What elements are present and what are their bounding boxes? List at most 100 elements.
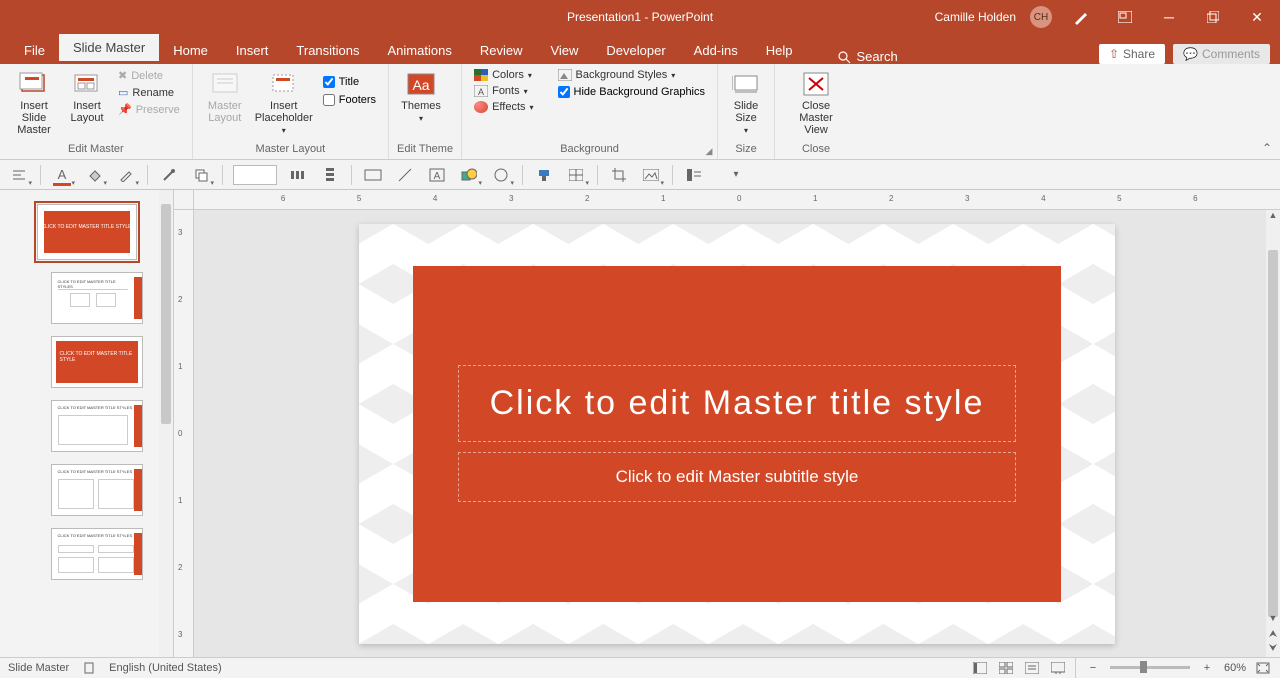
master-title-placeholder[interactable]: Click to edit Master title style xyxy=(458,365,1015,442)
rename-icon: ▭ xyxy=(118,86,128,99)
insert-placeholder-button[interactable]: Insert Placeholder ▾ xyxy=(253,68,315,137)
user-avatar[interactable]: CH xyxy=(1030,6,1052,28)
reading-view-button[interactable] xyxy=(1023,661,1041,675)
themes-button[interactable]: Aa Themes ▾ xyxy=(397,68,445,125)
font-size-combo[interactable] xyxy=(233,165,277,185)
fonts-button[interactable]: A Fonts ▾ xyxy=(470,84,537,98)
background-launcher[interactable]: ◢ xyxy=(703,145,715,157)
tab-animations[interactable]: Animations xyxy=(374,37,466,64)
textbox-button[interactable]: A xyxy=(426,164,448,186)
normal-view-button[interactable] xyxy=(971,661,989,675)
effects-button-tb[interactable]: ▾ xyxy=(490,164,512,186)
vertical-scrollbar[interactable]: ▲ ▼ ⮝ ⮟ xyxy=(1266,210,1280,657)
next-slide-icon[interactable]: ⮟ xyxy=(1266,643,1280,657)
picture-button[interactable]: ▾ xyxy=(640,164,662,186)
group-label-edit-master: Edit Master xyxy=(8,143,184,157)
chevron-down-icon: ▾ xyxy=(282,126,286,135)
insert-layout-label: Insert Layout xyxy=(68,100,106,124)
tab-view[interactable]: View xyxy=(536,37,592,64)
table-button[interactable]: ▾ xyxy=(565,164,587,186)
zoom-out-button[interactable]: − xyxy=(1084,661,1102,675)
thumbnail-layout-2[interactable]: CLICK TO EDIT MASTER TITLE STYLE xyxy=(51,336,143,388)
tab-transitions[interactable]: Transitions xyxy=(282,37,373,64)
background-styles-button[interactable]: Background Styles ▾ xyxy=(554,68,709,82)
chevron-down-icon: ▾ xyxy=(744,126,748,135)
svg-text:A: A xyxy=(434,171,441,182)
insert-layout-button[interactable]: Insert Layout xyxy=(64,68,110,126)
draw-mode-icon[interactable] xyxy=(1066,5,1096,29)
fill-color-button[interactable]: ▾ xyxy=(83,164,105,186)
tab-home[interactable]: Home xyxy=(159,37,222,64)
slide-size-button[interactable]: Slide Size ▾ xyxy=(726,68,766,137)
shapes-button[interactable]: ▾ xyxy=(458,164,480,186)
shape-rectangle-button[interactable] xyxy=(362,164,384,186)
scroll-up-icon[interactable]: ▲ xyxy=(1266,210,1280,224)
scroll-down-icon[interactable]: ▼ xyxy=(1266,613,1280,627)
share-button[interactable]: ⇧ Share xyxy=(1099,44,1165,64)
align-button[interactable]: ▾ xyxy=(8,164,30,186)
comments-button[interactable]: 💬 Comments xyxy=(1173,44,1270,64)
crop-button[interactable] xyxy=(608,164,630,186)
maximize-button[interactable] xyxy=(1198,5,1228,29)
minimize-button[interactable]: ─ xyxy=(1154,5,1184,29)
slide-canvas[interactable]: Click to edit Master title style Click t… xyxy=(359,224,1115,644)
zoom-percent[interactable]: 60% xyxy=(1224,662,1246,674)
prev-slide-icon[interactable]: ⮝ xyxy=(1266,629,1280,643)
colors-button[interactable]: Colors ▾ xyxy=(470,68,537,82)
outline-color-button[interactable]: ▾ xyxy=(115,164,137,186)
shape-line-button[interactable] xyxy=(394,164,416,186)
tab-addins[interactable]: Add-ins xyxy=(680,37,752,64)
toolbar-overflow-button[interactable]: ▾ xyxy=(725,164,747,186)
arrange-button[interactable]: ▾ xyxy=(190,164,212,186)
rename-button[interactable]: ▭ Rename xyxy=(114,85,184,100)
collapse-ribbon-button[interactable]: ⌃ xyxy=(1262,141,1272,155)
thumbnail-master[interactable]: CLICK TO EDIT MASTER TITLE STYLE xyxy=(37,204,137,260)
tab-insert[interactable]: Insert xyxy=(222,37,283,64)
distribute-h-button[interactable] xyxy=(287,164,309,186)
selection-pane-button[interactable] xyxy=(683,164,705,186)
title-checkbox[interactable]: Title xyxy=(319,74,380,90)
fit-to-window-button[interactable] xyxy=(1254,661,1272,675)
slide-edit-area[interactable]: Click to edit Master title style Click t… xyxy=(194,210,1280,657)
insert-slide-master-button[interactable]: Insert Slide Master xyxy=(8,68,60,138)
close-master-icon xyxy=(801,70,831,98)
master-subtitle-placeholder[interactable]: Click to edit Master subtitle style xyxy=(458,452,1015,502)
zoom-in-button[interactable]: + xyxy=(1198,661,1216,675)
hide-background-checkbox[interactable]: Hide Background Graphics xyxy=(554,84,709,100)
chevron-down-icon: ▾ xyxy=(530,103,534,112)
group-label-size: Size xyxy=(726,143,766,157)
thumbnail-layout-5[interactable]: CLICK TO EDIT MASTER TITLE STYLES xyxy=(51,528,143,580)
ruler-horizontal[interactable]: 6 5 4 3 2 1 0 1 2 3 4 5 6 xyxy=(194,190,1280,210)
thumbnail-layout-4[interactable]: CLICK TO EDIT MASTER TITLE STYLES xyxy=(51,464,143,516)
effects-button[interactable]: Effects ▾ xyxy=(470,100,537,114)
slide-sorter-button[interactable] xyxy=(997,661,1015,675)
comments-label: Comments xyxy=(1202,47,1260,61)
tab-file[interactable]: File xyxy=(10,37,59,64)
eyedropper-button[interactable] xyxy=(158,164,180,186)
tab-slide-master[interactable]: Slide Master xyxy=(59,34,159,64)
tab-developer[interactable]: Developer xyxy=(592,37,679,64)
user-name[interactable]: Camille Holden xyxy=(935,10,1016,24)
thumbnail-pane[interactable]: CLICK TO EDIT MASTER TITLE STYLE CLICK T… xyxy=(0,190,174,657)
thumbnail-scrollbar[interactable] xyxy=(159,190,173,657)
close-master-view-button[interactable]: Close Master View xyxy=(783,68,849,138)
footers-checkbox[interactable]: Footers xyxy=(319,92,380,108)
svg-text:Aa: Aa xyxy=(412,77,429,93)
font-color-button[interactable]: A▾ xyxy=(51,164,73,186)
zoom-slider[interactable] xyxy=(1110,666,1190,669)
insert-placeholder-icon xyxy=(269,70,299,98)
close-button[interactable]: ✕ xyxy=(1242,5,1272,29)
tab-help[interactable]: Help xyxy=(752,37,807,64)
tell-me-search[interactable]: Search xyxy=(807,49,898,64)
format-painter-button[interactable] xyxy=(533,164,555,186)
ruler-vertical[interactable]: 3 2 1 0 1 2 3 xyxy=(174,210,194,657)
preserve-icon: 📌 xyxy=(118,103,132,116)
tab-review[interactable]: Review xyxy=(466,37,537,64)
distribute-v-button[interactable] xyxy=(319,164,341,186)
status-mode[interactable]: Slide Master xyxy=(8,662,69,674)
thumbnail-layout-3[interactable]: CLICK TO EDIT MASTER TITLE STYLES xyxy=(51,400,143,452)
thumbnail-layout-1[interactable]: CLICK TO EDIT MASTER TITLE STYLES xyxy=(51,272,143,324)
slideshow-button[interactable] xyxy=(1049,661,1067,675)
display-options-icon[interactable] xyxy=(1110,5,1140,29)
status-language[interactable]: English (United States) xyxy=(109,662,222,674)
